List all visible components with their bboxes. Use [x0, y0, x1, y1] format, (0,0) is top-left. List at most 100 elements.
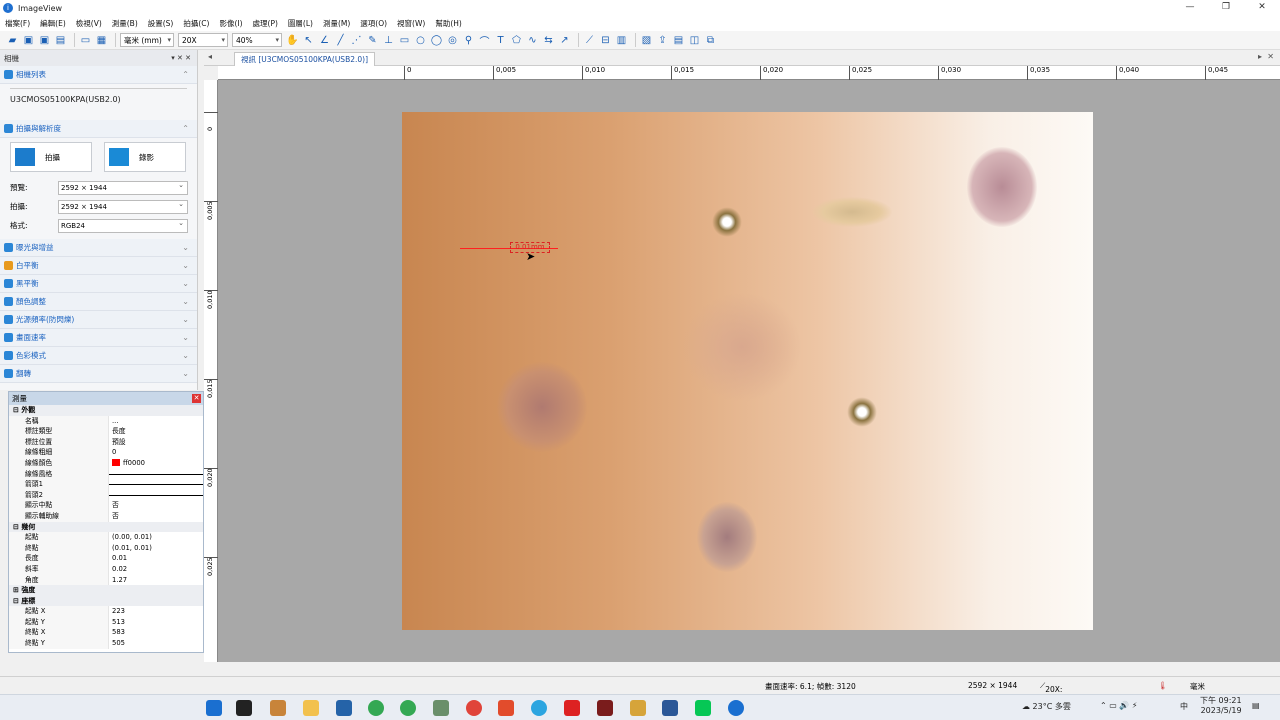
- tab-close-icon[interactable]: ✕: [1267, 52, 1274, 61]
- editor-taskbar-icon[interactable]: [597, 700, 613, 716]
- imageview2-taskbar-icon[interactable]: [728, 700, 744, 716]
- property-row[interactable]: 長度 0.01: [9, 553, 203, 564]
- table-icon[interactable]: ▥: [615, 34, 628, 47]
- menu-layer[interactable]: 圖層(L): [283, 18, 318, 29]
- property-row[interactable]: 線條粗細 0: [9, 447, 203, 458]
- menu-view[interactable]: 檢視(V): [71, 18, 107, 29]
- ime-indicator[interactable]: 中: [1180, 701, 1188, 712]
- property-row[interactable]: 線條顏色 ff0000: [9, 457, 203, 469]
- calibrate-icon[interactable]: ⟋: [583, 34, 596, 47]
- hand-icon[interactable]: ✋: [286, 34, 299, 47]
- photos-taskbar-icon[interactable]: [433, 700, 449, 716]
- word-taskbar-icon[interactable]: [662, 700, 678, 716]
- angle-icon[interactable]: ∠: [318, 34, 331, 47]
- pointer-icon[interactable]: ↖: [302, 34, 315, 47]
- align-icon[interactable]: ⊟: [599, 34, 612, 47]
- property-row[interactable]: 箭頭1: [9, 479, 203, 490]
- line-taskbar-icon[interactable]: [695, 700, 711, 716]
- minimize-button[interactable]: —: [1172, 0, 1208, 16]
- property-row[interactable]: 斜率 0.02: [9, 563, 203, 575]
- property-row[interactable]: 標註位置 預設: [9, 436, 203, 448]
- chrome-taskbar-icon[interactable]: [368, 700, 384, 716]
- clock[interactable]: 下午 09:21 2023/5/19: [1200, 696, 1242, 716]
- unit-select[interactable]: 毫米 (mm) ▾: [120, 33, 174, 47]
- concentric-icon[interactable]: ◎: [446, 34, 459, 47]
- tab-scroll-right-icon[interactable]: ▸: [1258, 52, 1262, 61]
- record-button[interactable]: 錄影: [104, 142, 186, 172]
- tab-video[interactable]: 視訊 [U3CMOS05100KPA(USB2.0)]: [234, 52, 375, 66]
- paint-taskbar-icon[interactable]: [498, 700, 514, 716]
- telegram-taskbar-icon[interactable]: [531, 700, 547, 716]
- doc-icon[interactable]: ▤: [672, 34, 685, 47]
- color-adjust-section[interactable]: 顏色調整 ⌄: [0, 293, 197, 311]
- menu-window[interactable]: 視窗(W): [392, 18, 430, 29]
- menu-image[interactable]: 影像(I): [214, 18, 247, 29]
- collapse-icon[interactable]: ⌃: [182, 124, 189, 133]
- property-row[interactable]: 箭頭2: [9, 489, 203, 501]
- grid-icon[interactable]: ▦: [95, 34, 108, 47]
- tray-icons[interactable]: ⌃ ▭ 🔊 ⚡: [1100, 701, 1137, 710]
- polygon-icon[interactable]: ⬠: [510, 34, 523, 47]
- popout-icon[interactable]: ⧉: [704, 34, 717, 47]
- parallel-icon[interactable]: ⇆: [542, 34, 555, 47]
- capture-section[interactable]: 拍攝與解析度 ⌃: [0, 120, 197, 138]
- print-icon[interactable]: ▤: [54, 34, 67, 47]
- image-canvas[interactable]: 0.01mm ➤: [218, 80, 1280, 662]
- notification-icon[interactable]: ▤: [1252, 701, 1260, 710]
- group-geometry[interactable]: ⊟ 幾何: [9, 521, 203, 533]
- menu-setup[interactable]: 設置(S): [143, 18, 179, 29]
- capture-resolution-select[interactable]: 2592 × 1944: [58, 198, 188, 214]
- menu-process[interactable]: 處理(P): [248, 18, 283, 29]
- property-row[interactable]: 起點 X 223: [9, 606, 203, 617]
- collapse-icon[interactable]: ⌃: [182, 70, 189, 79]
- property-row[interactable]: 終點 Y 505: [9, 638, 203, 649]
- color-mode-section[interactable]: 色彩模式 ⌄: [0, 347, 197, 365]
- ellipse-icon[interactable]: ○: [414, 34, 427, 47]
- dashed-line-icon[interactable]: ⋰: [350, 34, 363, 47]
- terminal-taskbar-icon[interactable]: [236, 700, 252, 716]
- folder-icon[interactable]: ▭: [79, 34, 92, 47]
- perpendicular-icon[interactable]: ⊥: [382, 34, 395, 47]
- arrow-icon[interactable]: ↗: [558, 34, 571, 47]
- chrome2-taskbar-icon[interactable]: [400, 700, 416, 716]
- close-button[interactable]: ✕: [1244, 0, 1280, 16]
- rectangle-icon[interactable]: ▭: [398, 34, 411, 47]
- horizontal-scrollbar[interactable]: [218, 662, 1280, 676]
- close-icon[interactable]: ✕: [192, 394, 201, 403]
- preview-resolution-select[interactable]: 2592 × 1944: [58, 179, 188, 195]
- arc-icon[interactable]: ⌒: [478, 34, 491, 48]
- menu-edit[interactable]: 編輯(E): [35, 18, 71, 29]
- save-icon[interactable]: ▣: [22, 34, 35, 47]
- black-balance-section[interactable]: 黑平衡 ⌄: [0, 275, 197, 293]
- open-icon[interactable]: ▰: [6, 34, 19, 47]
- group-intensity[interactable]: ⊞ 強度: [9, 585, 203, 596]
- property-row[interactable]: 起點 Y 513: [9, 616, 203, 628]
- flicker-section[interactable]: 光源頻率(防閃爍) ⌄: [0, 311, 197, 329]
- property-row[interactable]: 角度 1.27: [9, 574, 203, 586]
- circle-icon[interactable]: ◯: [430, 34, 443, 47]
- camera-name[interactable]: U3CMOS05100KPA(USB2.0): [10, 95, 187, 104]
- property-row[interactable]: 終點 (0.01, 0.01): [9, 542, 203, 554]
- menu-measure-b[interactable]: 測量(B): [107, 18, 143, 29]
- format-select[interactable]: RGB24: [58, 217, 188, 233]
- vivaldi-taskbar-icon[interactable]: [564, 700, 580, 716]
- browser-taskbar-icon[interactable]: [466, 700, 482, 716]
- link-icon[interactable]: ⚲: [462, 34, 475, 47]
- exposure-section[interactable]: 曝光與增益 ⌄: [0, 239, 197, 257]
- curve-icon[interactable]: ∿: [526, 34, 539, 47]
- property-row[interactable]: 標註類型 長度: [9, 426, 203, 437]
- weather-widget[interactable]: ☁ 23°C 多雲: [1022, 701, 1071, 712]
- magnification-select[interactable]: 20X ▾: [178, 33, 228, 47]
- menu-capture[interactable]: 拍攝(C): [178, 18, 214, 29]
- panel-icon[interactable]: ◫: [688, 34, 701, 47]
- export-icon[interactable]: ⇪: [656, 34, 669, 47]
- property-row[interactable]: 顯示輔助線否: [9, 510, 203, 522]
- menu-measure[interactable]: 測量(M): [318, 18, 355, 29]
- text-icon[interactable]: T: [494, 34, 507, 47]
- snap-button[interactable]: 拍攝: [10, 142, 92, 172]
- camera-list-section[interactable]: 相機列表 ⌃: [0, 66, 197, 84]
- pen-icon[interactable]: ✎: [366, 34, 379, 47]
- zoom-select[interactable]: 40% ▾: [232, 33, 282, 47]
- save-as-icon[interactable]: ▣: [38, 34, 51, 47]
- tab-scroll-left-icon[interactable]: ◂: [208, 52, 212, 61]
